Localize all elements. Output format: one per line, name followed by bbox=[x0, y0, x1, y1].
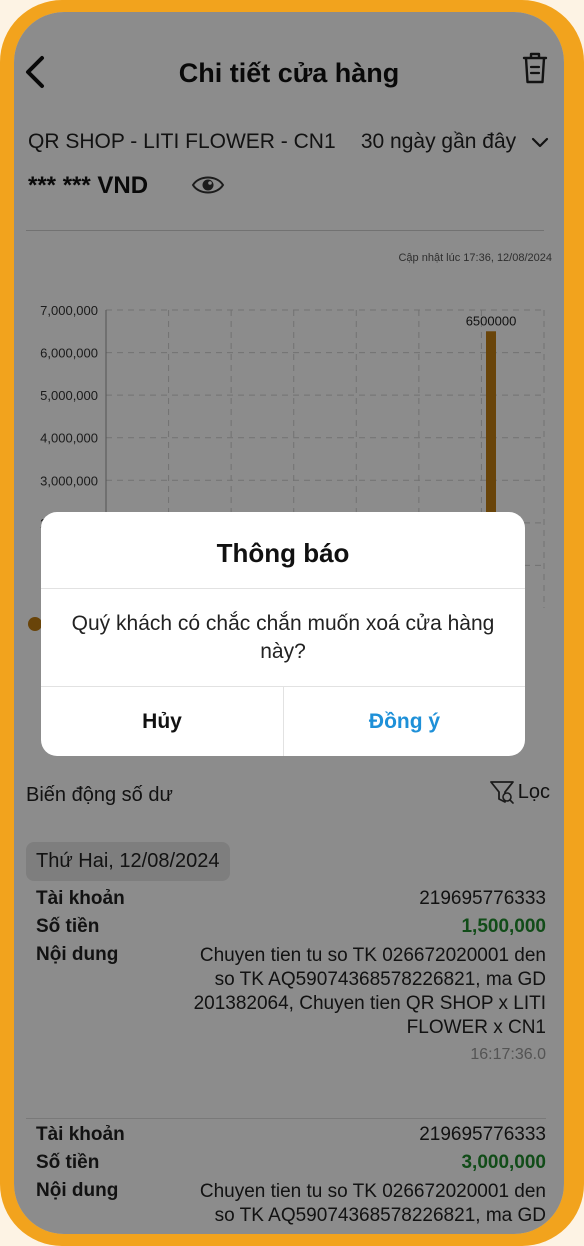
app-screen: Chi tiết cửa hàng QR SHOP - LITI FLOWER … bbox=[14, 12, 564, 1234]
dialog-title: Thông báo bbox=[216, 538, 350, 568]
divider bbox=[41, 588, 525, 589]
dialog-message: Quý khách có chắc chắn muốn xoá cửa hàng… bbox=[71, 612, 495, 663]
phone-frame: Chi tiết cửa hàng QR SHOP - LITI FLOWER … bbox=[0, 0, 584, 1246]
cancel-button[interactable]: Hủy bbox=[41, 687, 283, 756]
confirm-button[interactable]: Đồng ý bbox=[284, 687, 525, 756]
confirm-dialog: Thông báo Quý khách có chắc chắn muốn xo… bbox=[41, 512, 525, 756]
